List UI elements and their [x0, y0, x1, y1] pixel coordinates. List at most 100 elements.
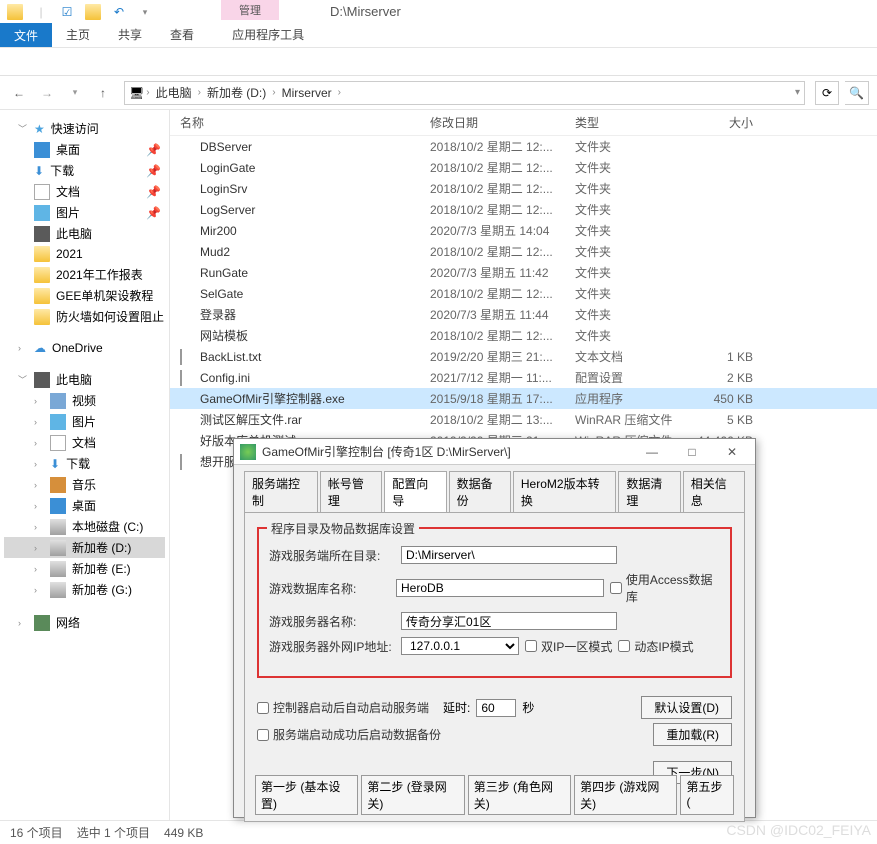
file-row[interactable]: DBServer2018/10/2 星期二 12:...文件夹 — [170, 136, 877, 157]
tree-cdrive[interactable]: ›本地磁盘 (C:) — [4, 516, 165, 537]
step-2[interactable]: 第二步 (登录网关) — [361, 775, 464, 815]
undo-icon[interactable]: ↶ — [108, 2, 130, 22]
dlg-tab-6[interactable]: 相关信息 — [683, 471, 745, 512]
chk-access[interactable]: 使用Access数据库 — [610, 571, 720, 605]
file-row[interactable]: RunGate2020/7/3 星期五 11:42文件夹 — [170, 262, 877, 283]
search-button[interactable]: 🔍 — [845, 81, 869, 105]
breadcrumb[interactable]: 🖥 › 此电脑 › 新加卷 (D:) › Mirserver › ▾ — [124, 81, 805, 105]
file-row[interactable]: Config.ini2021/7/12 星期一 11:...配置设置2 KB — [170, 367, 877, 388]
file-row[interactable]: 测试区解压文件.rar2018/10/2 星期二 13:...WinRAR 压缩… — [170, 409, 877, 430]
tree-onedrive[interactable]: ›☁OneDrive — [4, 339, 165, 357]
nav-recent-icon[interactable]: ▾ — [64, 82, 86, 104]
tree-ddrive[interactable]: ›新加卷 (D:) — [4, 537, 165, 558]
file-row[interactable]: BackList.txt2019/2/20 星期三 21:...文本文档1 KB — [170, 346, 877, 367]
tab-file[interactable]: 文件 — [0, 23, 52, 47]
qat-dropdown-icon[interactable]: ▾ — [134, 2, 156, 22]
step-3[interactable]: 第三步 (角色网关) — [468, 775, 571, 815]
tree-desktop2[interactable]: ›桌面 — [4, 495, 165, 516]
tree-network[interactable]: ›网络 — [4, 612, 165, 633]
btn-reload[interactable]: 重加载(R) — [653, 723, 732, 746]
nav-up-icon[interactable]: ↑ — [92, 82, 114, 104]
step-5[interactable]: 第五步 ( — [680, 775, 734, 815]
pc-icon: 🖥 — [129, 86, 144, 100]
col-name[interactable]: 名称 — [180, 114, 430, 131]
file-row[interactable]: SelGate2018/10/2 星期二 12:...文件夹 — [170, 283, 877, 304]
col-size[interactable]: 大小 — [693, 114, 753, 131]
file-row[interactable]: LoginSrv2018/10/2 星期二 12:...文件夹 — [170, 178, 877, 199]
file-row[interactable]: 登录器2020/7/3 星期五 11:44文件夹 — [170, 304, 877, 325]
fieldset-legend: 程序目录及物品数据库设置 — [267, 520, 419, 537]
file-row[interactable]: LogServer2018/10/2 星期二 12:...文件夹 — [170, 199, 877, 220]
input-db[interactable] — [396, 579, 604, 597]
file-row[interactable]: 网站模板2018/10/2 星期二 12:...文件夹 — [170, 325, 877, 346]
tree-downloads2[interactable]: ›⬇下载 — [4, 453, 165, 474]
bc-vol[interactable]: 新加卷 (D:) — [203, 84, 270, 101]
tree-gdrive[interactable]: ›新加卷 (G:) — [4, 579, 165, 600]
maximize-button[interactable]: □ — [675, 442, 709, 462]
input-name[interactable] — [401, 612, 617, 630]
tree-documents[interactable]: 文档📌 — [4, 181, 165, 202]
file-name: LogServer — [200, 203, 430, 217]
dlg-tab-1[interactable]: 帐号管理 — [320, 471, 382, 512]
dlg-tab-2[interactable]: 配置向导 — [384, 471, 446, 512]
chk-dynamic-ip[interactable]: 动态IP模式 — [618, 638, 693, 655]
file-row[interactable]: GameOfMir引擎控制器.exe2015/9/18 星期五 17:...应用… — [170, 388, 877, 409]
input-dir[interactable] — [401, 546, 617, 564]
combo-ip[interactable]: 127.0.0.1 — [401, 637, 519, 655]
tree-gee[interactable]: GEE单机架设教程 — [4, 285, 165, 306]
dlg-tab-0[interactable]: 服务端控制 — [244, 471, 318, 512]
tab-share[interactable]: 共享 — [104, 22, 156, 47]
tree-pictures[interactable]: 图片📌 — [4, 202, 165, 223]
dialog-titlebar[interactable]: GameOfMir引擎控制台 [传奇1区 D:\MirServer\] — □ … — [234, 439, 755, 465]
chk-dual-ip[interactable]: 双IP一区模式 — [525, 638, 612, 655]
tree-documents2[interactable]: ›文档 — [4, 432, 165, 453]
tree-video[interactable]: ›视频 — [4, 390, 165, 411]
dlg-tab-3[interactable]: 数据备份 — [449, 471, 511, 512]
tree-desktop[interactable]: 桌面📌 — [4, 139, 165, 160]
chk-backup[interactable]: 服务端启动成功后启动数据备份 — [257, 726, 441, 743]
tab-view[interactable]: 查看 — [156, 22, 208, 47]
tree-thispc[interactable]: 此电脑 — [4, 223, 165, 244]
tree-pictures2[interactable]: ›图片 — [4, 411, 165, 432]
chevron-right-icon[interactable]: › — [272, 87, 275, 98]
dlg-tab-4[interactable]: HeroM2版本转换 — [513, 471, 616, 512]
tab-home[interactable]: 主页 — [52, 22, 104, 47]
file-row[interactable]: Mud22018/10/2 星期二 12:...文件夹 — [170, 241, 877, 262]
nav-back-icon[interactable]: ← — [8, 82, 30, 104]
chevron-right-icon[interactable]: › — [198, 87, 201, 98]
status-selection: 选中 1 个项目 — [77, 824, 150, 841]
bc-pc[interactable]: 此电脑 — [152, 84, 196, 101]
close-button[interactable]: ✕ — [715, 442, 749, 462]
tree-downloads[interactable]: ⬇下载📌 — [4, 160, 165, 181]
nav-tree[interactable]: ﹀★快速访问 桌面📌 ⬇下载📌 文档📌 图片📌 此电脑 2021 2021年工作… — [0, 110, 170, 840]
tree-report[interactable]: 2021年工作报表 — [4, 264, 165, 285]
tree-firewall[interactable]: 防火墙如何设置阻止 — [4, 306, 165, 327]
step-1[interactable]: 第一步 (基本设置) — [255, 775, 358, 815]
col-date[interactable]: 修改日期 — [430, 114, 575, 131]
bc-folder[interactable]: Mirserver — [278, 86, 336, 100]
file-name: LoginGate — [200, 161, 430, 175]
tree-2021[interactable]: 2021 — [4, 244, 165, 264]
chk-autostart[interactable]: 控制器启动后自动启动服务端 — [257, 699, 429, 716]
tree-music[interactable]: ›音乐 — [4, 474, 165, 495]
btn-default[interactable]: 默认设置(D) — [641, 696, 732, 719]
chevron-right-icon[interactable]: › — [146, 87, 149, 98]
checkbox-icon[interactable]: ☑ — [56, 2, 78, 22]
tree-thispc2[interactable]: ﹀此电脑 — [4, 369, 165, 390]
file-row[interactable]: LoginGate2018/10/2 星期二 12:...文件夹 — [170, 157, 877, 178]
qat-new-folder-icon[interactable] — [82, 2, 104, 22]
refresh-button[interactable]: ⟳ — [815, 81, 839, 105]
breadcrumb-dropdown-icon[interactable]: ▾ — [795, 87, 800, 98]
column-headers[interactable]: 名称 修改日期 类型 大小 — [170, 110, 877, 136]
input-delay[interactable] — [476, 699, 516, 717]
file-row[interactable]: Mir2002020/7/3 星期五 14:04文件夹 — [170, 220, 877, 241]
tree-edrive[interactable]: ›新加卷 (E:) — [4, 558, 165, 579]
label-name: 游戏服务器名称: — [269, 613, 395, 630]
chevron-right-icon[interactable]: › — [338, 87, 341, 98]
tab-app-tools[interactable]: 应用程序工具 — [218, 22, 318, 47]
col-type[interactable]: 类型 — [575, 114, 693, 131]
step-4[interactable]: 第四步 (游戏网关) — [574, 775, 677, 815]
tree-quick-access[interactable]: ﹀★快速访问 — [4, 118, 165, 139]
minimize-button[interactable]: — — [635, 442, 669, 462]
dlg-tab-5[interactable]: 数据清理 — [618, 471, 680, 512]
